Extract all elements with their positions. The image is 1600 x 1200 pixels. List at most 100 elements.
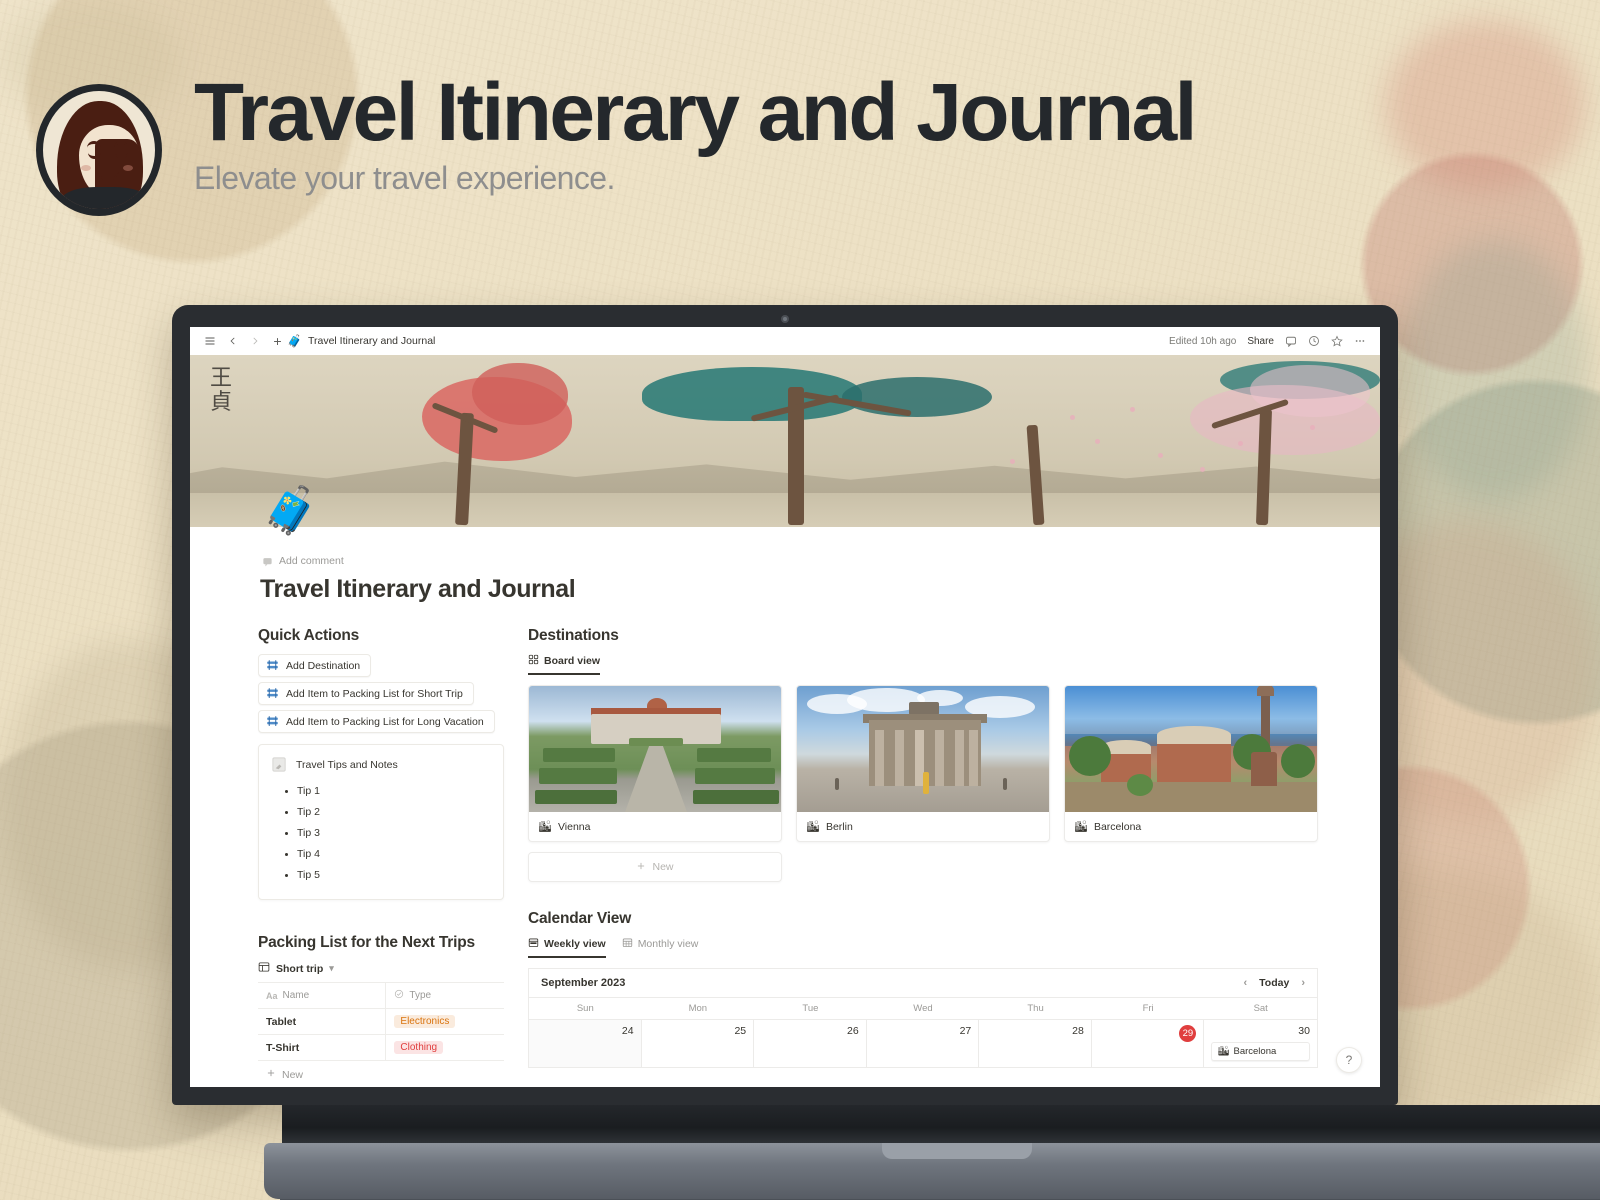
avatar: [36, 84, 162, 216]
laptop-hinge: [282, 1105, 1600, 1143]
packing-table: Aa Name Type Tablet Electronics T-Shirt …: [258, 982, 504, 1061]
tab-weekly-view[interactable]: Weekly view: [528, 937, 606, 958]
list-item: Tip 4: [297, 844, 491, 865]
destinations-heading: Destinations: [528, 627, 619, 644]
cell-type: Electronics: [385, 1008, 504, 1035]
note-page-icon: [271, 756, 288, 773]
calendar-next-button[interactable]: ›: [1301, 977, 1305, 989]
add-packing-short-trip-button[interactable]: Add Item to Packing List for Short Trip: [258, 682, 474, 705]
packing-list-heading: Packing List for the Next Trips: [258, 934, 475, 951]
calendar-day-names: Sun Mon Tue Wed Thu Fri Sat: [529, 997, 1317, 1019]
add-destination-button[interactable]: Add Destination: [258, 654, 372, 677]
destination-card[interactable]: 🏙 Vienna: [528, 685, 782, 842]
chevron-down-icon[interactable]: ▾: [329, 963, 334, 974]
ellipsis-icon[interactable]: [1354, 335, 1366, 347]
calendar-day-cell[interactable]: 27: [866, 1019, 980, 1067]
calendar-day-cell[interactable]: 26: [754, 1019, 867, 1067]
add-packing-long-vacation-label: Add Item to Packing List for Long Vacati…: [286, 715, 484, 728]
chevron-left-icon[interactable]: [228, 336, 238, 346]
clock-icon[interactable]: [1308, 335, 1320, 347]
suitcase-icon: 🧳: [287, 334, 302, 348]
calendar-day-number: 25: [734, 1025, 747, 1037]
right-column: Destinations Board view 🏙 Vienna New 🏙 B…: [528, 627, 1318, 1087]
add-packing-long-vacation-button[interactable]: Add Item to Packing List for Long Vacati…: [258, 710, 495, 733]
laptop-screen: 🧳 Travel Itinerary and Journal Edited 10…: [190, 327, 1380, 1087]
help-button[interactable]: ?: [1336, 1047, 1362, 1073]
column-header-name[interactable]: Aa Name: [258, 982, 387, 1009]
destination-card-label: 🏙 Vienna: [529, 812, 781, 841]
packing-view-label: Short trip: [276, 962, 324, 975]
plus-icon[interactable]: [272, 336, 283, 347]
laptop-mockup: 🧳 Travel Itinerary and Journal Edited 10…: [172, 305, 1600, 1200]
calendar-month-label: September 2023: [541, 977, 626, 989]
page-subtitle: Elevate your travel experience.: [194, 160, 615, 197]
list-item: Tip 2: [297, 802, 491, 823]
tab-board-view[interactable]: Board view: [528, 654, 601, 675]
packing-list-section: Packing List for the Next Trips Short tr…: [258, 934, 504, 1087]
background-blob: [1400, 240, 1590, 500]
calendar-today-button[interactable]: Today: [1259, 977, 1289, 989]
cover-seal-icon: 王貞: [210, 366, 233, 416]
suitcase-icon[interactable]: 🧳: [262, 483, 319, 538]
document-title[interactable]: Travel Itinerary and Journal: [260, 575, 576, 604]
barcelona-photo: [1065, 686, 1317, 812]
comment-icon[interactable]: [1285, 335, 1297, 347]
city-icon: 🏙: [806, 821, 820, 833]
travel-tips-card[interactable]: Travel Tips and Notes Tip 1 Tip 2 Tip 3 …: [258, 744, 504, 900]
calendar-day-cell[interactable]: 24: [529, 1019, 642, 1067]
calendar-header: September 2023 ‹ Today ›: [529, 969, 1317, 997]
destination-name: Vienna: [557, 820, 591, 833]
day-name: Thu: [1027, 1003, 1044, 1014]
table-view-icon: [258, 961, 270, 976]
table-row[interactable]: T-Shirt Clothing: [258, 1034, 504, 1061]
board-column-barcelona: 🏙 Barcelona: [1064, 685, 1318, 882]
destination-card[interactable]: 🏙 Barcelona: [1064, 685, 1318, 842]
city-icon: 🏙: [538, 821, 552, 833]
packing-new-label: New: [282, 1068, 304, 1081]
calendar-day-cell[interactable]: 30 🏙 Barcelona: [1204, 1019, 1317, 1067]
webcam-icon: [781, 315, 789, 323]
calendar-month-icon: [622, 937, 633, 951]
destination-new-card-button[interactable]: New: [528, 852, 782, 882]
hamburger-icon[interactable]: [204, 335, 216, 347]
breadcrumb[interactable]: 🧳 Travel Itinerary and Journal: [287, 334, 435, 348]
add-comment-button[interactable]: Add comment: [262, 555, 344, 567]
cell-name: T-Shirt: [258, 1034, 387, 1061]
calendar-day-number: 26: [847, 1025, 859, 1037]
calendar-day-cell-today[interactable]: 29: [1091, 1019, 1205, 1067]
share-button[interactable]: Share: [1247, 336, 1274, 347]
calendar-day-cell[interactable]: 28: [979, 1019, 1092, 1067]
tab-monthly-view[interactable]: Monthly view: [622, 937, 698, 958]
destination-card[interactable]: 🏙 Berlin: [796, 685, 1050, 842]
calendar-widget: September 2023 ‹ Today › Sun Mon Tue Wed…: [528, 968, 1318, 1068]
calendar-day-cell[interactable]: 25: [641, 1019, 755, 1067]
table-header-row: Aa Name Type: [258, 982, 504, 1009]
page-title: Travel Itinerary and Journal: [194, 67, 1197, 158]
day-name: Sun: [576, 1003, 594, 1014]
cell-type: Clothing: [385, 1034, 504, 1061]
list-item: Tip 3: [297, 823, 491, 844]
add-comment-label: Add comment: [279, 555, 344, 567]
database-button-icon: [266, 715, 279, 728]
day-name: Wed: [913, 1003, 933, 1014]
city-icon: 🏙: [1217, 1046, 1230, 1057]
star-icon[interactable]: [1331, 335, 1343, 347]
laptop-lid: 🧳 Travel Itinerary and Journal Edited 10…: [172, 305, 1398, 1105]
calendar-view-tabs: Weekly view Monthly view: [528, 937, 1318, 958]
day-name: Sat: [1253, 1003, 1268, 1014]
app-topbar: 🧳 Travel Itinerary and Journal Edited 10…: [190, 327, 1380, 355]
table-row[interactable]: Tablet Electronics: [258, 1008, 504, 1035]
chevron-right-icon[interactable]: [250, 336, 260, 346]
list-item: Tip 1: [297, 781, 491, 802]
board-column-vienna: 🏙 Vienna New: [528, 685, 782, 882]
laptop-notch: [882, 1143, 1032, 1159]
column-header-type[interactable]: Type: [385, 982, 504, 1009]
calendar-event[interactable]: 🏙 Barcelona: [1211, 1042, 1310, 1061]
left-column: Quick Actions Add Destination Add Item t…: [258, 627, 504, 1087]
database-button-icon: [266, 659, 279, 672]
packing-new-row-button[interactable]: New: [258, 1061, 504, 1087]
packing-view-tab-short-trip[interactable]: Short trip ▾: [258, 961, 504, 976]
calendar-day-number: 28: [1072, 1025, 1084, 1037]
status-badge: Electronics: [394, 1015, 456, 1028]
calendar-prev-button[interactable]: ‹: [1244, 977, 1248, 989]
